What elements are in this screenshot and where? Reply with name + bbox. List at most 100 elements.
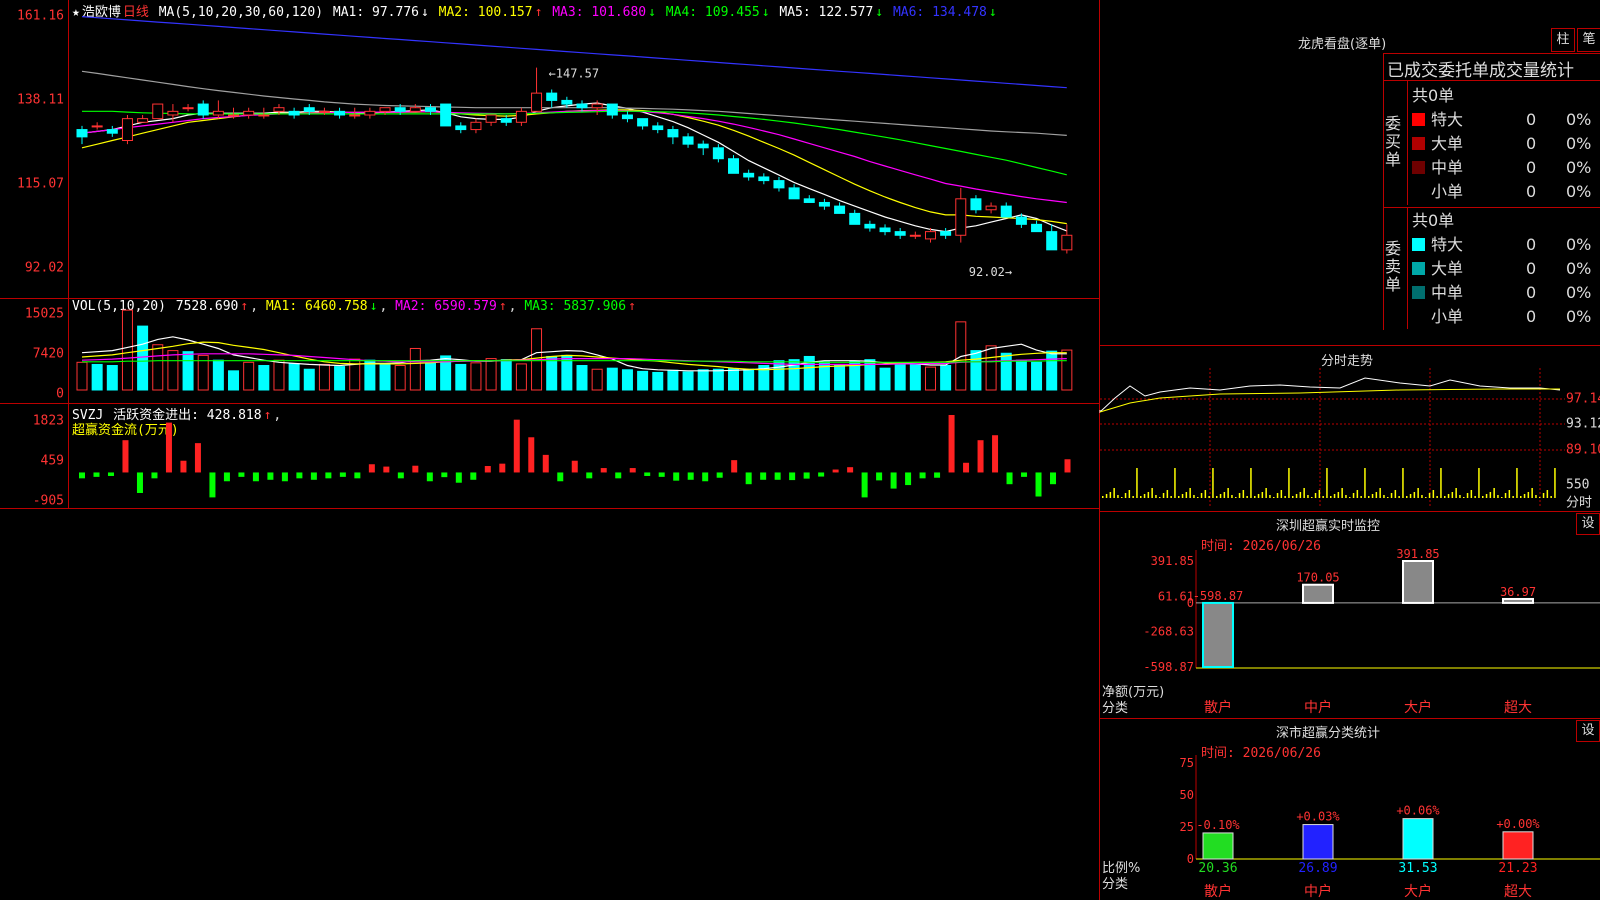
intraday-volume-bar xyxy=(1390,493,1393,498)
intraday-volume-bar xyxy=(1542,493,1545,498)
pen-mode-button[interactable]: 笔 xyxy=(1577,28,1600,52)
fund-flow-bar xyxy=(861,472,868,498)
intraday-volume-bar xyxy=(1273,497,1275,498)
fund-flow-bar xyxy=(107,472,114,476)
candle-body xyxy=(76,129,88,138)
candlestick-chart[interactable]: ←147.57 92.02→ xyxy=(72,0,1096,298)
intraday-volume-bar xyxy=(1349,497,1351,498)
fund-flow-bar xyxy=(919,472,926,479)
fund-flow-bar xyxy=(426,472,433,482)
fund-flow-bar xyxy=(223,472,230,482)
buy-row-value: 0 xyxy=(1526,134,1537,153)
intraday-volume-bar xyxy=(1512,496,1514,498)
volume-bar xyxy=(455,363,467,391)
right-panel: 龙虎看盘(逐单) 柱 笔 已成交委托单成交量统计 委买单 共0单 特大 0 0% 大单… xyxy=(1099,0,1600,900)
price-ytick: 161.16 xyxy=(17,8,64,24)
fund-flow-bar xyxy=(267,472,274,480)
intraday-volume-bar xyxy=(1493,488,1495,498)
intraday-volume-bar xyxy=(1531,488,1533,498)
sell-row-label: 大单 xyxy=(1431,259,1464,278)
sz-monitor-bar xyxy=(1402,560,1434,604)
bar-mode-button[interactable]: 柱 xyxy=(1551,28,1575,52)
intraday-volume-bar xyxy=(1307,495,1309,498)
intraday-volume-bar xyxy=(1360,496,1362,498)
sz-monitor-bar-label: -598.87 xyxy=(1193,589,1244,603)
intraday-volume-bar xyxy=(1235,497,1237,498)
intraday-volume-bar xyxy=(1364,468,1366,498)
intraday-volume-bar xyxy=(1337,492,1340,498)
intraday-chart[interactable] xyxy=(1099,368,1565,508)
sz-class-bar xyxy=(1202,832,1234,860)
fund-flow-bar xyxy=(716,472,723,478)
ma-line-ma2 xyxy=(81,109,1067,225)
intraday-volume-bar xyxy=(1227,488,1229,498)
candle-body xyxy=(728,158,740,174)
volume-bar xyxy=(273,359,285,391)
fund-flow-bar xyxy=(629,468,636,473)
intraday-volume-bar xyxy=(1318,490,1321,498)
sz-monitor-chart[interactable]: 391.8561.610-268.63-598.87-598.87散户170.0… xyxy=(1100,547,1600,716)
intraday-volume-bar xyxy=(1440,468,1442,498)
candle-body xyxy=(440,103,452,127)
intraday-volume-bar xyxy=(1463,497,1465,498)
fund-flow-bar xyxy=(397,472,404,479)
volume-bar xyxy=(970,350,982,391)
sz-class-chart[interactable]: 75 50 25 0 -0.10% 20.36 散户 +0.03% 26.89 中户 +0.06% 3… xyxy=(1100,755,1600,900)
volume-bar xyxy=(1000,352,1012,391)
intraday-volume-bar xyxy=(1185,492,1188,498)
fund-flow-bar xyxy=(528,437,535,473)
fund-flow-bar xyxy=(803,472,810,479)
fund-flow-bar xyxy=(615,472,622,479)
volume-bar xyxy=(167,350,179,391)
sz-monitor-bar-label: 36.97 xyxy=(1500,585,1536,599)
intraday-volume-bar xyxy=(1170,496,1172,498)
intraday-volume-bar xyxy=(1387,497,1389,498)
price-pane[interactable]: 161.16 138.11 115.07 92.02 ★ 浩欧博 日线 MA(5,1… xyxy=(0,0,1099,299)
intraday-volume-bar xyxy=(1314,493,1317,498)
fund-flow-bar xyxy=(455,472,462,483)
volume-bar xyxy=(773,360,785,391)
sz-class-settings-button[interactable]: 设 xyxy=(1576,720,1600,742)
volume-bar xyxy=(303,368,315,391)
intraday-vol-label: 550 xyxy=(1566,477,1590,493)
volume-bar xyxy=(424,362,436,391)
volume-bar xyxy=(182,351,194,391)
fund-flow-chart[interactable] xyxy=(72,403,1096,508)
candle-body xyxy=(137,118,149,123)
sz-class-change-label: -0.10% xyxy=(1196,818,1240,832)
fund-flow-bar xyxy=(368,464,375,473)
sell-row: 小单 0 0% xyxy=(1412,303,1591,327)
fund-flow-bar xyxy=(310,472,317,480)
volume-bar xyxy=(106,365,118,391)
intraday-volume-bar xyxy=(1159,497,1161,498)
intraday-volume-bar xyxy=(1375,492,1378,498)
intraday-ytick: 89.10 xyxy=(1566,442,1600,458)
sz-class-ytick: 0 xyxy=(1187,852,1194,866)
buy-row-label: 大单 xyxy=(1431,134,1464,153)
intraday-volume-bar xyxy=(1109,492,1112,498)
volume-bar xyxy=(743,368,755,391)
fund-flow-bar xyxy=(1050,472,1057,485)
candle-body xyxy=(91,125,103,128)
intraday-volume-bar xyxy=(1470,490,1473,498)
sz-class-category: 散户 xyxy=(1204,883,1232,900)
buy-row: 中单 0 0% xyxy=(1412,154,1591,178)
volume-pane[interactable]: 15025 7420 0 VOL(5,10,20) 7528.690 ↑, MA1… xyxy=(0,298,1099,404)
fund-flow-bar xyxy=(209,472,216,498)
sz-monitor-category: 中户 xyxy=(1304,699,1332,716)
intraday-volume-bar xyxy=(1204,490,1207,498)
sz-monitor-settings-button[interactable]: 设 xyxy=(1576,513,1600,535)
candle-body xyxy=(349,114,361,117)
candle-body xyxy=(394,107,406,112)
svzj-pane[interactable]: 1823 459 -905 SVZJ 活跃资金进出: 428.818 ↑, 超赢资… xyxy=(0,403,1099,509)
candle-body xyxy=(167,110,179,116)
volume-bar xyxy=(121,309,133,391)
fund-flow-bar xyxy=(1035,472,1042,497)
buy-sep xyxy=(1407,81,1408,205)
candle-body xyxy=(364,110,376,116)
volume-bar xyxy=(546,355,558,391)
sell-color-swatch xyxy=(1412,262,1425,275)
sz-class-value-label: 20.36 xyxy=(1198,861,1237,876)
sz-monitor-category: 散户 xyxy=(1204,699,1232,716)
volume-chart[interactable] xyxy=(72,298,1096,403)
